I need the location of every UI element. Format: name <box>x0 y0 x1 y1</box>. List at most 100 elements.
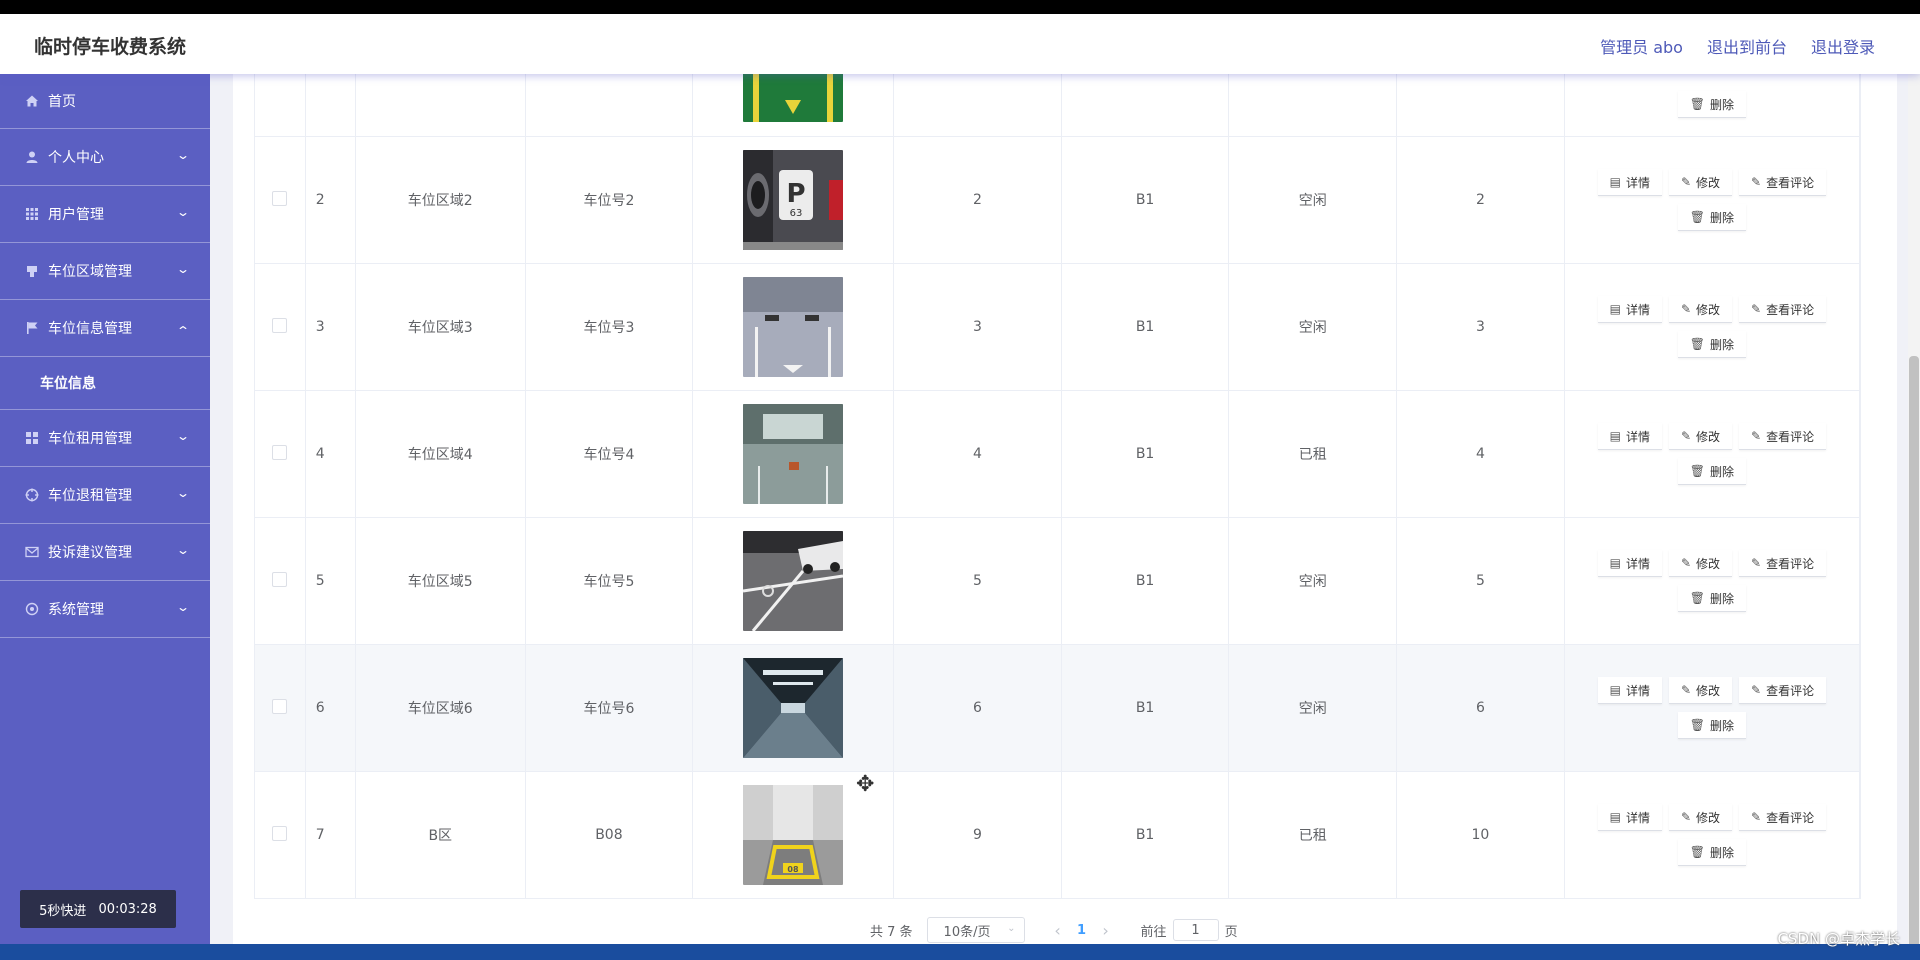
view-comments-button[interactable]: ✎ 查看评论 <box>1739 296 1827 323</box>
main-content: 🗑 删除 2 车位区域2 车位号2 P 63 2 B1 空闲 2 ▤ 详情 ✎ 修改 ✎ 查看评论 🗑 删除 3 车位… <box>233 74 1897 944</box>
delete-button[interactable]: 🗑 删除 <box>1677 331 1746 358</box>
view-comments-button[interactable]: ✎ 查看评论 <box>1739 677 1827 704</box>
row-space-number: 车位号3 <box>525 263 694 391</box>
view-comments-button[interactable]: ✎ 查看评论 <box>1739 423 1827 450</box>
table-row: 6 车位区域6 车位号6 6 B1 空闲 6 ▤ 详情 ✎ 修改 ✎ 查看评论 🗑 删除 <box>255 644 1860 772</box>
edit-button[interactable]: ✎ 修改 <box>1668 169 1733 196</box>
row-floor: B1 <box>1061 771 1230 898</box>
edit-button[interactable]: ✎ 修改 <box>1668 296 1733 323</box>
row-photo-cell: P 63 <box>692 136 895 264</box>
detail-button[interactable]: ▤ 详情 <box>1597 423 1662 450</box>
top-header: 临时停车收费系统 管理员 abo 退出到前台 退出登录 <box>0 14 1920 74</box>
pagination-total: 共 7 条 <box>870 924 913 940</box>
edit-button[interactable]: ✎ 修改 <box>1668 677 1733 704</box>
trash-icon: 🗑 <box>1689 464 1705 478</box>
delete-button[interactable]: 🗑 删除 <box>1677 712 1746 739</box>
sidebar-subitem-space-info[interactable]: 车位信息 <box>0 357 210 410</box>
row-value: 4 <box>893 390 1062 518</box>
parking-photo-3 <box>743 277 844 377</box>
row-area: 车位区域5 <box>355 517 526 645</box>
delete-button[interactable]: 🗑 删除 <box>1677 91 1746 118</box>
row-value: 2 <box>1396 136 1565 264</box>
chevron-down-icon: ⌄ <box>175 205 191 219</box>
detail-button[interactable]: ▤ 详情 <box>1597 296 1662 323</box>
page-scrollbar[interactable] <box>1908 74 1920 944</box>
detail-button[interactable]: ▤ 详情 <box>1597 804 1662 831</box>
row-checkbox[interactable] <box>272 190 288 206</box>
sidebar-item-user-management[interactable]: 用户管理 ⌄ <box>0 186 210 243</box>
sidebar-item-label: 车位信息管理 <box>48 321 132 337</box>
detail-button[interactable]: ▤ 详情 <box>1597 550 1662 577</box>
row-checkbox-cell[interactable] <box>255 644 306 772</box>
row-index: 2 <box>305 136 356 264</box>
table-row-partial: 🗑 删除 <box>255 74 1860 137</box>
row-checkbox-cell[interactable] <box>255 263 306 391</box>
timer-value: 00:03:28 <box>98 901 157 917</box>
view-comments-button[interactable]: ✎ 查看评论 <box>1739 804 1827 831</box>
row-checkbox-cell[interactable] <box>255 390 306 518</box>
sidebar-item-system-management[interactable]: 系统管理 ⌄ <box>0 581 210 638</box>
delete-button[interactable]: 🗑 删除 <box>1677 458 1746 485</box>
row-checkbox[interactable] <box>272 825 288 841</box>
row-status: 已租 <box>1228 771 1398 898</box>
goto-page-input[interactable] <box>1172 919 1219 941</box>
row-status: 空闲 <box>1228 263 1398 391</box>
exit-to-frontend-link[interactable]: 退出到前台 <box>1707 34 1787 58</box>
view-comments-button[interactable]: ✎ 查看评论 <box>1739 550 1827 577</box>
detail-button[interactable]: ▤ 详情 <box>1597 169 1662 196</box>
sidebar-item-return-management[interactable]: 车位退租管理 ⌄ <box>0 467 210 524</box>
row-checkbox[interactable] <box>272 698 288 714</box>
chevron-down-icon: ⌄ <box>175 148 191 162</box>
row-space-number: B08 <box>525 771 694 898</box>
row-area: 车位区域3 <box>355 263 526 391</box>
parking-photo-1 <box>743 74 844 122</box>
bottom-taskbar <box>0 944 1920 960</box>
row-photo-cell <box>692 263 895 391</box>
row-checkbox[interactable] <box>272 317 288 333</box>
admin-user-link[interactable]: 管理员 abo <box>1600 34 1683 58</box>
next-page-button[interactable]: › <box>1095 921 1117 940</box>
detail-button[interactable]: ▤ 详情 <box>1597 677 1662 704</box>
row-checkbox-cell[interactable] <box>255 517 306 645</box>
sidebar-item-personal-center[interactable]: 个人中心 ⌄ <box>0 129 210 186</box>
table-row: 2 车位区域2 车位号2 P 63 2 B1 空闲 2 ▤ 详情 ✎ 修改 ✎ 查看评论 🗑 删除 <box>255 136 1860 264</box>
delete-button[interactable]: 🗑 删除 <box>1677 585 1746 612</box>
row-checkbox-cell[interactable] <box>255 136 306 264</box>
sidebar-item-rent-management[interactable]: 车位租用管理 ⌄ <box>0 410 210 467</box>
delete-button[interactable]: 🗑 删除 <box>1677 204 1746 231</box>
edit-button[interactable]: ✎ 修改 <box>1668 423 1733 450</box>
chevron-up-icon: ⌃ <box>175 324 191 338</box>
row-ops-cell: ▤ 详情 ✎ 修改 ✎ 查看评论 🗑 删除 <box>1564 263 1860 391</box>
chevron-down-icon: ⌄ <box>175 262 191 276</box>
settings-icon <box>24 601 40 617</box>
sidebar-item-complaint-management[interactable]: 投诉建议管理 ⌄ <box>0 524 210 581</box>
svg-text:P: P <box>787 179 806 209</box>
row-ops-cell: ▤ 详情 ✎ 修改 ✎ 查看评论 🗑 删除 <box>1564 644 1860 772</box>
edit-button[interactable]: ✎ 修改 <box>1668 550 1733 577</box>
view-comments-button[interactable]: ✎ 查看评论 <box>1739 169 1827 196</box>
scrollbar-thumb[interactable] <box>1909 356 1919 944</box>
row-checkbox[interactable] <box>272 444 288 460</box>
page-number-current[interactable]: 1 <box>1069 923 1095 938</box>
logout-link[interactable]: 退出登录 <box>1811 34 1875 58</box>
row-checkbox[interactable] <box>272 571 288 587</box>
sidebar-item-area-management[interactable]: 车位区域管理 ⌄ <box>0 243 210 300</box>
sidebar-item-home[interactable]: 首页 <box>0 74 210 129</box>
app-screen: 临时停车收费系统 管理员 abo 退出到前台 退出登录 首页 个人中心 ⌄ 用户… <box>0 14 1920 944</box>
edit-button[interactable]: ✎ 修改 <box>1668 804 1733 831</box>
parking-photo-7: 08 <box>743 785 844 885</box>
row-photo-cell <box>692 74 895 137</box>
row-value: 6 <box>893 644 1062 772</box>
table-row: 4 车位区域4 车位号4 4 B1 已租 4 ▤ 详情 ✎ 修改 ✎ 查看评论 🗑 删除 <box>255 390 1860 518</box>
row-checkbox-cell[interactable] <box>255 74 306 137</box>
prev-page-button[interactable]: ‹ <box>1047 921 1069 940</box>
delete-button[interactable]: 🗑 删除 <box>1677 839 1746 866</box>
row-checkbox-cell[interactable] <box>255 771 306 898</box>
parking-photo-2: P63 <box>743 150 844 250</box>
document-icon: ▤ <box>1609 810 1621 824</box>
row-floor: B1 <box>1061 644 1230 772</box>
page-size-select[interactable]: 10条/页 ⌄ <box>926 917 1025 943</box>
sidebar-item-space-info-management[interactable]: 车位信息管理 ⌃ <box>0 300 210 357</box>
fast-forward-timer[interactable]: 5秒快进 00:03:28 <box>20 890 176 928</box>
move-cursor-icon: ✥ <box>856 772 875 797</box>
